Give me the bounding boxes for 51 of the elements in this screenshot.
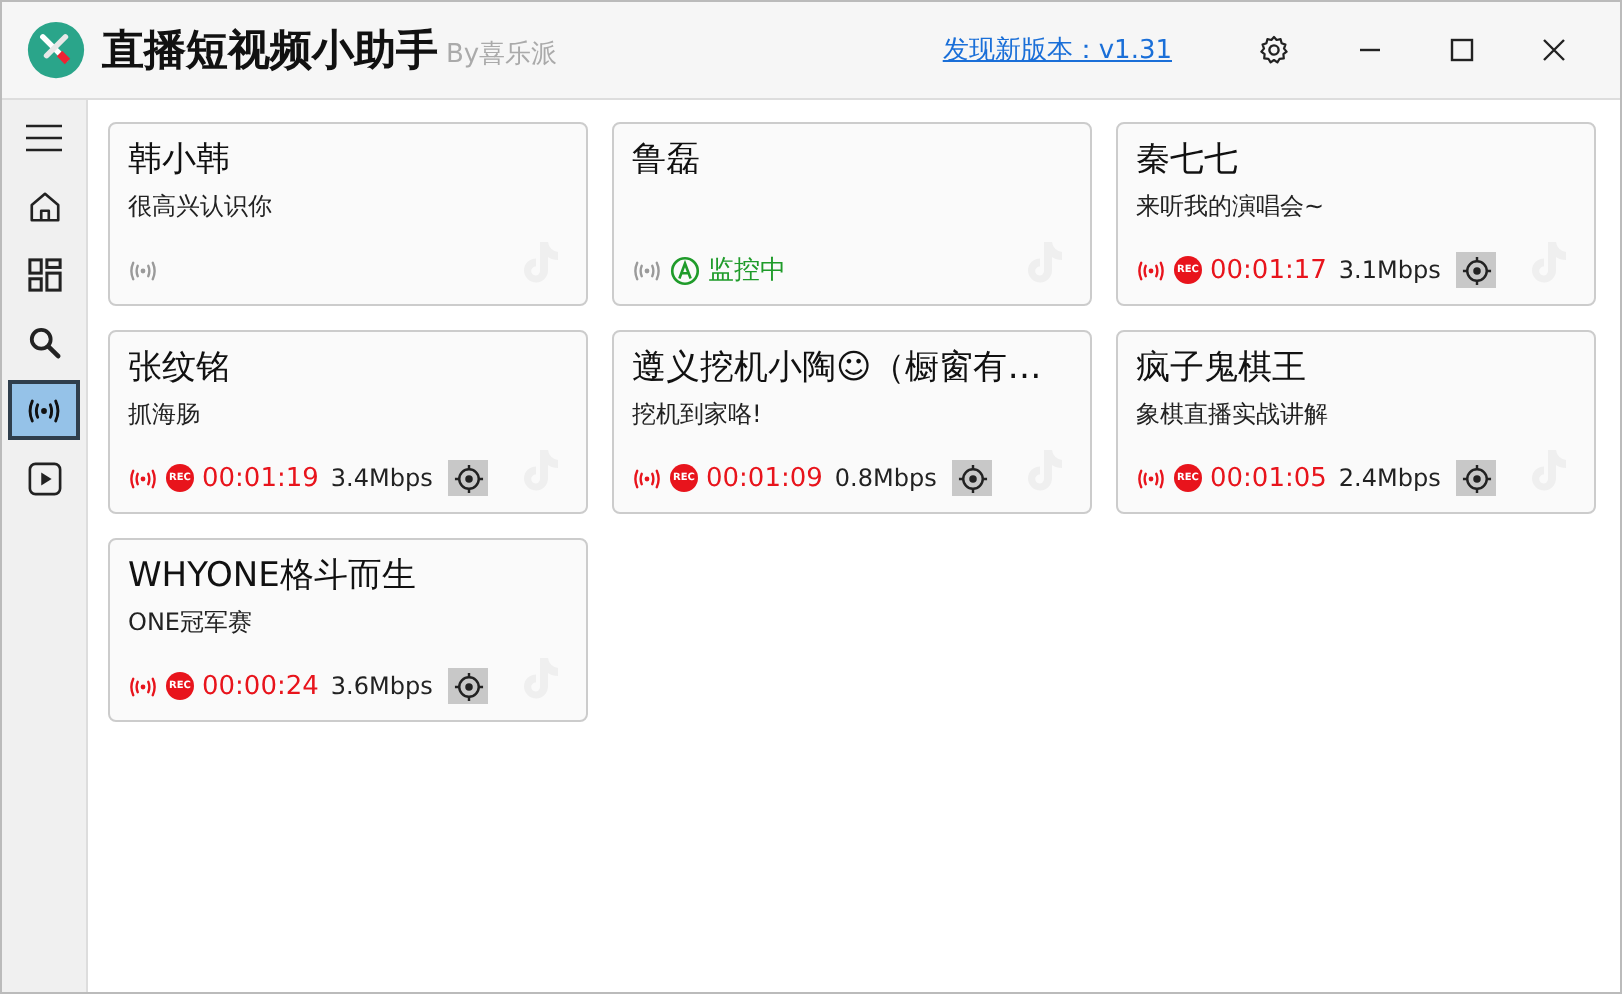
author-label: By喜乐派: [446, 38, 558, 72]
recording-duration: 00:00:24: [202, 671, 319, 701]
target-icon: [1461, 255, 1492, 285]
streamer-bio: 抓海肠: [128, 398, 202, 432]
target-icon: [1461, 463, 1492, 493]
streamer-name: 疯子鬼棋王: [1136, 346, 1308, 392]
search-icon: [27, 325, 61, 359]
streamer-bio: 象棋直播实战讲解: [1136, 398, 1330, 432]
locate-button[interactable]: [448, 668, 489, 704]
locate-button[interactable]: [448, 460, 489, 496]
streamer-bio: 挖机到家咯!: [632, 398, 764, 432]
monitoring-status: 监控中: [708, 254, 786, 288]
streamer-name: WHYONE格斗而生: [128, 554, 418, 600]
settings-icon[interactable]: [1258, 34, 1290, 66]
recording-duration: 00:01:19: [202, 463, 319, 493]
locate-button[interactable]: [952, 460, 993, 496]
locate-button[interactable]: [1456, 460, 1497, 496]
update-link[interactable]: 发现新版本：v1.31: [942, 32, 1172, 68]
target-icon: [453, 671, 484, 701]
streamer-name: 鲁磊: [632, 138, 702, 184]
broadcast-icon: [26, 397, 62, 423]
streamer-name: 秦七七: [1136, 138, 1240, 184]
streamer-bio: 来听我的演唱会~: [1136, 190, 1327, 224]
streamer-card[interactable]: 鲁磊 监控中: [612, 122, 1092, 306]
close-icon[interactable]: [1542, 38, 1566, 62]
maximize-icon[interactable]: [1450, 38, 1474, 62]
bitrate-label: 3.6Mbps: [330, 672, 433, 700]
sidebar-button[interactable]: [8, 380, 80, 440]
bitrate-label: 2.4Mbps: [1338, 464, 1441, 492]
bitrate-label: 0.8Mbps: [834, 464, 937, 492]
play-icon: [27, 461, 61, 495]
streamer-name: 张纹铭: [128, 346, 232, 392]
recording-duration: 00:01:17: [1210, 255, 1327, 285]
grid-icon: [27, 257, 61, 291]
bitrate-label: 3.1Mbps: [1338, 256, 1441, 284]
auto-icon: [670, 255, 700, 285]
streamer-card[interactable]: 韩小韩 很高兴认识你: [108, 122, 588, 306]
home-icon: [27, 189, 61, 223]
menu-icon: [26, 124, 62, 152]
streamer-name: 韩小韩: [128, 138, 232, 184]
target-icon: [957, 463, 988, 493]
streamer-bio: 很高兴认识你: [128, 190, 274, 224]
recording-duration: 00:01:05: [1210, 463, 1327, 493]
window-title: 直播短视频小助手: [102, 24, 438, 78]
recording-duration: 00:01:09: [706, 463, 823, 493]
target-icon: [453, 463, 484, 493]
streamer-name: 遵义挖机小陶☺（橱窗有…: [632, 346, 1044, 392]
wrench-logo-icon: [26, 20, 86, 80]
locate-button[interactable]: [1456, 252, 1497, 288]
bitrate-label: 3.4Mbps: [330, 464, 433, 492]
streamer-bio: ONE冠军赛: [128, 606, 255, 640]
